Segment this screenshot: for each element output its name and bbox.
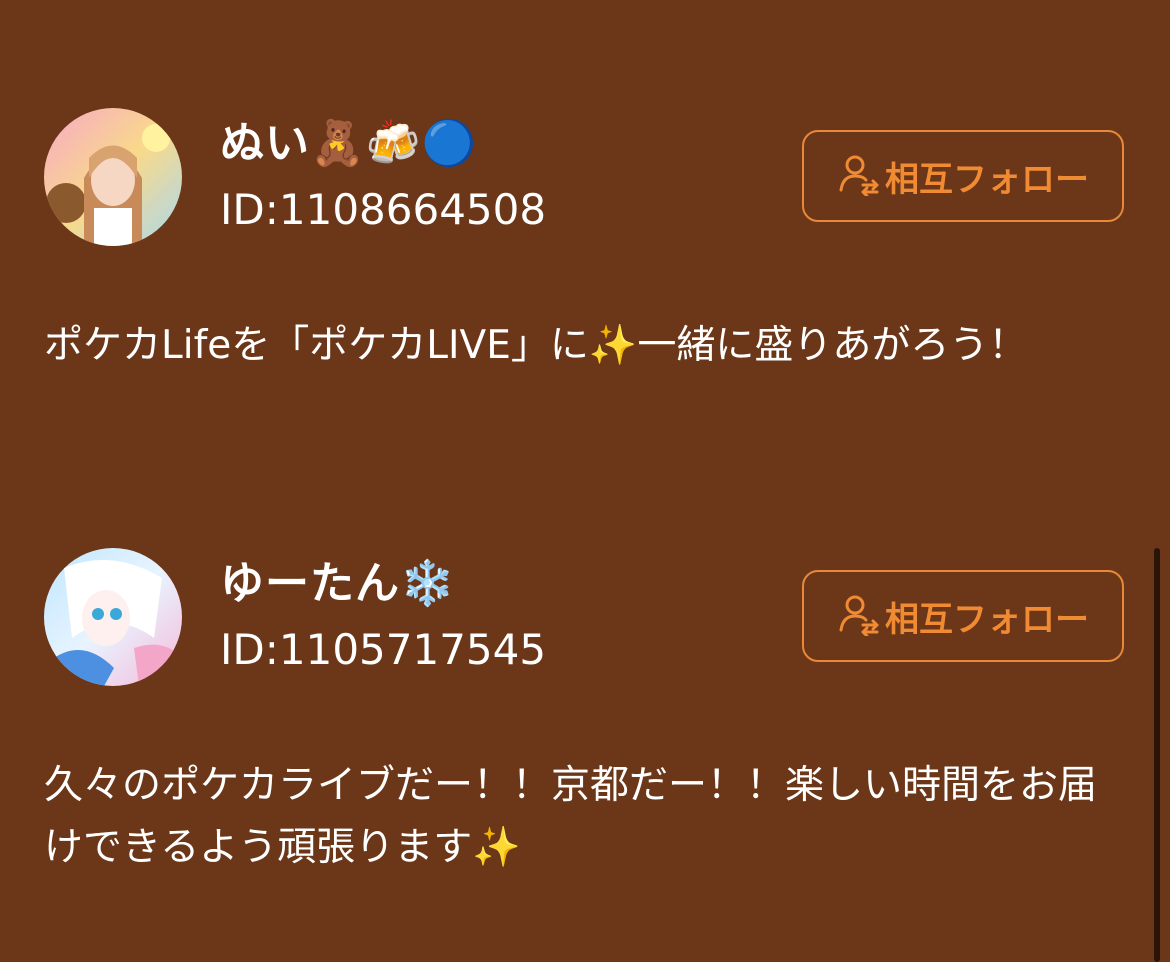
mutual-follow-label: 相互フォロー [885, 159, 1089, 200]
user-bio: 久々のポケカライブだー！！京都だー！！楽しい時間をお届けできるよう頑張ります✨ [44, 763, 1098, 870]
mutual-follow-button[interactable]: 相互フォロー [802, 570, 1124, 662]
scrollbar[interactable] [1154, 548, 1160, 962]
username: ゆーたん❄️ [220, 558, 456, 609]
mutual-follow-user-icon [837, 152, 881, 200]
user-id: ID:1105717545 [220, 625, 547, 674]
user-id: ID:1108664508 [220, 185, 547, 234]
avatar[interactable] [44, 548, 182, 686]
mutual-follow-user-icon [837, 592, 881, 640]
user-bio: ポケカLifeを「ポケカLIVE」に✨一緒に盛りあがろう！ [44, 323, 1028, 368]
avatar[interactable] [44, 108, 182, 246]
mutual-follow-button[interactable]: 相互フォロー [802, 130, 1124, 222]
mutual-follow-label: 相互フォロー [885, 599, 1089, 640]
username: ぬい🧸🍻🔵 [220, 118, 478, 169]
